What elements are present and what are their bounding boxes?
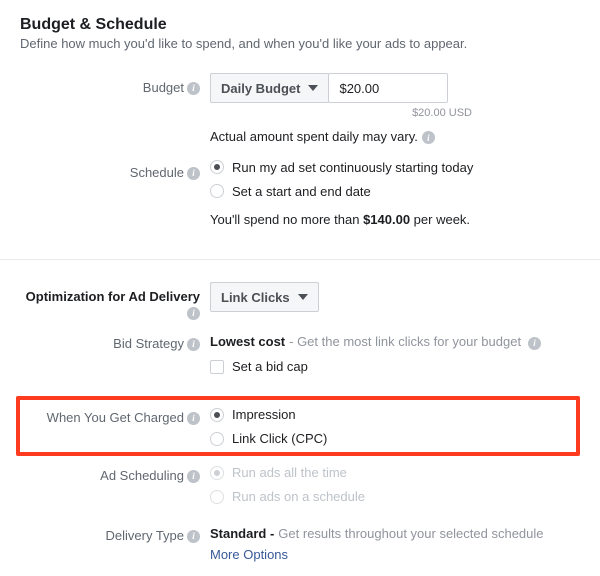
delivery-type-label: Delivery Typei	[20, 526, 210, 544]
page-subtitle: Define how much you'd like to spend, and…	[20, 36, 580, 51]
info-icon: i	[187, 530, 200, 543]
when-charged-label: When You Get Chargedi	[24, 406, 210, 426]
weekly-spend-note: You'll spend no more than $140.00 per we…	[210, 212, 580, 227]
budget-type-select[interactable]: Daily Budget	[210, 73, 329, 103]
info-icon: i	[187, 470, 200, 483]
charged-impression-radio[interactable]: Impression	[210, 406, 572, 424]
delivery-type-value: Standard - Get results throughout your s…	[210, 526, 580, 541]
info-icon: i	[187, 167, 200, 180]
schedule-dates-radio[interactable]: Set a start and end date	[210, 182, 580, 200]
optimization-label: Optimization for Ad Deliveryi	[20, 282, 210, 320]
schedule-label: Schedulei	[20, 158, 210, 181]
caret-down-icon	[298, 294, 308, 300]
bid-strategy-value: Lowest cost - Get the most link clicks f…	[210, 334, 580, 350]
charged-cpc-radio[interactable]: Link Click (CPC)	[210, 430, 572, 448]
optimization-select[interactable]: Link Clicks	[210, 282, 319, 312]
budget-amount-input[interactable]: $20.00	[328, 73, 448, 103]
ad-scheduling-all-radio: Run ads all the time	[210, 464, 580, 482]
info-icon: i	[528, 337, 541, 350]
budget-amount-usd: $20.00 USD	[210, 107, 472, 119]
ad-scheduling-label: Ad Schedulingi	[20, 464, 210, 484]
bid-strategy-label: Bid Strategyi	[20, 334, 210, 352]
ad-scheduling-schedule-radio: Run ads on a schedule	[210, 488, 580, 506]
info-icon: i	[187, 338, 200, 351]
bid-cap-checkbox[interactable]: Set a bid cap	[210, 358, 580, 376]
caret-down-icon	[308, 85, 318, 91]
info-icon: i	[187, 82, 200, 95]
budget-vary-note: Actual amount spent daily may vary.i	[210, 129, 580, 144]
info-icon: i	[422, 131, 435, 144]
divider	[0, 259, 600, 260]
schedule-continuous-radio[interactable]: Run my ad set continuously starting toda…	[210, 158, 580, 176]
when-charged-highlight: When You Get Chargedi Impression Link Cl…	[16, 396, 580, 456]
more-options-link[interactable]: More Options	[210, 547, 580, 562]
page-title: Budget & Schedule	[20, 16, 580, 34]
info-icon: i	[187, 412, 200, 425]
info-icon: i	[187, 307, 200, 320]
budget-label: Budgeti	[20, 73, 210, 96]
